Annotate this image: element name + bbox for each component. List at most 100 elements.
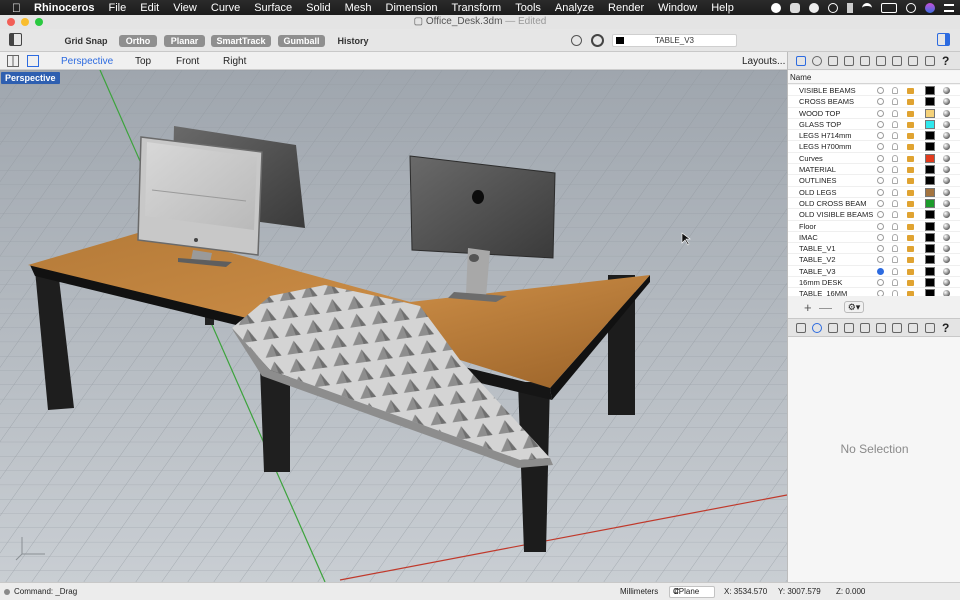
lock-icon[interactable] [907,88,914,94]
menu-solid[interactable]: Solid [299,2,337,14]
material-icon[interactable] [943,279,950,287]
layer-color-swatch[interactable] [925,108,935,118]
menu-view[interactable]: View [166,2,204,14]
close-button[interactable] [7,18,15,26]
bluetooth-icon[interactable] [847,2,853,13]
lock-icon[interactable] [907,121,914,128]
grid-snap-toggle[interactable]: Grid Snap [62,35,110,47]
layer-color-swatch[interactable] [925,97,935,107]
menu-help[interactable]: Help [704,2,741,14]
layers-tab-icon[interactable] [796,56,806,66]
menu-file[interactable]: File [102,2,134,14]
lock-icon[interactable] [907,246,914,253]
layer-color-swatch[interactable] [925,221,935,231]
menu-edit[interactable]: Edit [133,2,166,14]
material-icon[interactable] [943,109,950,117]
layer-row[interactable]: WOOD TOP [788,108,960,119]
layer-row[interactable]: GLASS TOP [788,119,960,131]
viewport-name-label[interactable]: Perspective [1,72,60,84]
layer-row[interactable]: OLD VISIBLE BEAMS [788,209,960,221]
siri-icon[interactable] [925,2,935,13]
material-icon[interactable] [943,143,950,151]
gumball-toggle[interactable]: Gumball [278,35,325,47]
visibility-bulb-icon[interactable] [892,222,898,230]
layer-color-swatch[interactable] [925,153,935,163]
layer-color-swatch[interactable] [925,165,935,175]
layer-row[interactable]: LEGS H714mm [788,130,960,142]
material-icon[interactable] [943,87,950,94]
layer-color-swatch[interactable] [925,210,935,220]
tab-front[interactable]: Front [176,56,199,67]
viewport-perspective[interactable]: Perspective [0,70,787,582]
lock-icon[interactable] [907,268,914,275]
cloud-icon[interactable] [809,2,819,13]
lock-icon[interactable] [907,212,914,219]
layer-row[interactable]: MATERIAL [788,164,960,176]
material-icon[interactable] [943,211,950,219]
material-icon[interactable] [943,166,950,174]
material-icon[interactable] [943,267,950,275]
display-tab-icon[interactable] [812,323,822,333]
lock-icon[interactable] [907,234,914,241]
column-name[interactable]: Name [790,73,811,82]
layer-color-swatch[interactable] [925,278,935,288]
material-icon[interactable] [943,154,950,162]
layer-color-swatch[interactable] [925,198,935,208]
single-view-icon[interactable] [27,55,39,67]
current-layer-radio[interactable] [877,245,884,253]
chat-icon[interactable] [790,2,800,13]
battery-icon[interactable] [881,2,897,13]
material-icon[interactable] [943,233,950,241]
layer-row[interactable]: OUTLINES [788,175,960,187]
layer-row[interactable]: Curves [788,153,960,165]
layer-row[interactable]: TABLE_V2 [788,254,960,266]
layer-color-swatch[interactable] [925,142,935,152]
layer-name[interactable]: Curves [799,153,823,164]
menu-analyze[interactable]: Analyze [548,2,601,14]
lock-icon[interactable] [907,167,914,174]
current-layer-radio[interactable] [877,98,884,106]
material-icon[interactable] [943,222,950,230]
layer-color-swatch[interactable] [925,255,935,265]
layer-row[interactable]: TABLE_16MM [788,288,960,296]
cplane-select[interactable]: CPlane ⇵ [669,586,715,598]
object-tab-icon[interactable] [844,323,854,333]
layer-color-swatch[interactable] [925,289,935,296]
layer-name[interactable]: 16mm DESK [799,277,842,288]
command-line[interactable]: Command: _Drag [14,583,77,600]
current-layer-radio[interactable] [877,120,884,128]
menu-surface[interactable]: Surface [247,2,299,14]
lock-icon[interactable] [907,155,914,162]
lock-icon[interactable] [907,200,914,207]
help-tab-icon[interactable]: ? [942,54,949,68]
visibility-bulb-icon[interactable] [892,177,898,185]
lock-icon[interactable] [907,257,914,264]
layouts-button[interactable]: Layouts... [742,56,785,67]
help-tab-icon[interactable]: ? [942,321,949,335]
layer-name[interactable]: WOOD TOP [799,108,840,119]
layer-name[interactable]: MATERIAL [799,164,836,175]
layer-color-swatch[interactable] [925,266,935,276]
sidebar-toggle-icon[interactable] [9,33,22,46]
layer-color-swatch[interactable] [925,131,935,141]
menu-app[interactable]: Rhinoceros [27,2,102,14]
current-layer-radio[interactable] [877,154,884,162]
visibility-bulb-icon[interactable] [892,132,898,140]
minimize-button[interactable] [21,18,29,26]
menu-render[interactable]: Render [601,2,651,14]
material-icon[interactable] [943,199,950,207]
viewport-layout-icon[interactable] [7,55,19,67]
wifi-icon[interactable] [862,2,872,13]
current-layer-radio[interactable] [877,267,884,275]
notification-center-icon[interactable] [944,3,954,12]
current-layer-radio[interactable] [877,199,884,207]
material-icon[interactable] [943,132,950,140]
visibility-bulb-icon[interactable] [892,256,898,264]
planar-toggle[interactable]: Planar [164,35,205,47]
lock-icon[interactable] [907,178,914,185]
layer-row[interactable]: VISIBLE BEAMS [788,85,960,97]
current-layer-radio[interactable] [877,87,884,94]
visibility-bulb-icon[interactable] [892,98,898,106]
remove-layer-button[interactable]: — [819,300,832,315]
layer-color-swatch[interactable] [925,244,935,254]
